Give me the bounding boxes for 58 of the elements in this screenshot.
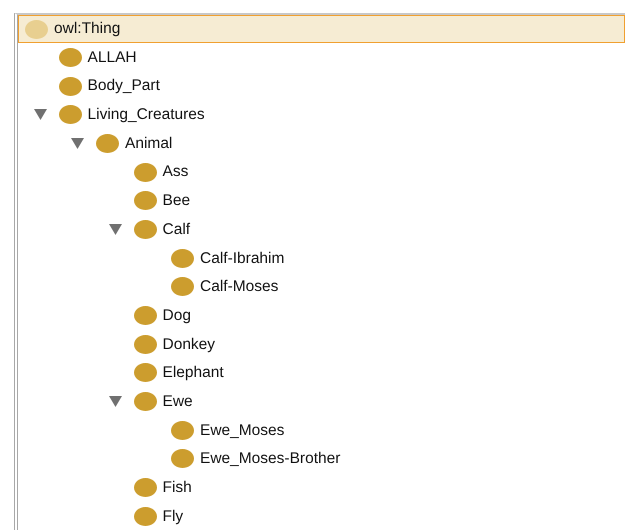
class-label: owl:Thing [54, 19, 120, 40]
tree-row[interactable]: Fish [18, 473, 625, 502]
class-label: Ewe [162, 392, 193, 412]
expanded-triangle-icon[interactable] [71, 138, 84, 149]
class-circle-icon [134, 363, 156, 382]
class-circle-icon [58, 48, 82, 67]
class-label: Calf-Ibrahim [200, 248, 284, 269]
expanded-triangle-icon[interactable] [34, 109, 46, 120]
class-circle-icon [25, 20, 48, 38]
tree-row[interactable]: Ass [18, 158, 625, 186]
expanded-triangle-icon[interactable] [108, 224, 122, 235]
class-label: Bee [162, 191, 190, 212]
class-circle-icon [134, 478, 156, 498]
tree-row[interactable]: Fly [18, 502, 625, 530]
class-circle-icon [171, 277, 194, 296]
class-label: Elephant [162, 363, 224, 384]
class-circle-icon [134, 392, 156, 412]
tree-row[interactable]: Donkey [18, 330, 625, 359]
class-label: Ewe_Moses-Brother [200, 449, 340, 470]
class-circle-icon [171, 248, 194, 268]
tree-row[interactable]: owl:Thing [18, 15, 625, 43]
class-label: Dog [162, 306, 191, 326]
expanded-triangle-icon[interactable] [108, 396, 122, 408]
tree-row[interactable]: Dog [18, 301, 625, 330]
tree-row[interactable]: Living_Creatures [18, 100, 625, 130]
class-label: Ass [162, 162, 188, 182]
class-label: Fish [162, 478, 192, 498]
class-label: Body_Part [88, 76, 160, 96]
tree-row[interactable]: Calf-Ibrahim [18, 244, 625, 272]
tree-row[interactable]: Ewe [18, 387, 625, 416]
class-circle-icon [58, 76, 82, 96]
class-circle-icon [171, 420, 194, 440]
class-label: Animal [125, 134, 172, 154]
tree-row[interactable]: Calf-Moses [18, 272, 625, 302]
tree-row[interactable]: Bee [18, 186, 625, 216]
class-circle-icon [58, 105, 82, 124]
class-label: Donkey [162, 334, 216, 355]
class-circle-icon [96, 134, 119, 153]
tree-row[interactable]: Ewe_Moses [18, 416, 625, 445]
class-label: Ewe_Moses [200, 420, 284, 441]
class-circle-icon [134, 506, 156, 526]
tree-row[interactable]: Elephant [18, 358, 625, 388]
class-label: Calf [162, 220, 190, 240]
class-circle-icon [171, 449, 194, 468]
class-label: Living_Creatures [88, 105, 205, 126]
class-circle-icon [134, 220, 156, 239]
tree-row[interactable]: Calf [18, 215, 625, 244]
tree-row[interactable]: Ewe_Moses-Brother [18, 444, 625, 474]
class-circle-icon [134, 306, 156, 326]
class-circle-icon [134, 334, 156, 354]
class-label: Calf-Moses [200, 277, 278, 298]
class-circle-icon [134, 191, 156, 210]
tree-row[interactable]: Animal [18, 129, 625, 158]
class-label: Fly [162, 506, 184, 527]
tree-row[interactable]: Body_Part [18, 72, 625, 100]
tree-row[interactable]: ALLAH [18, 43, 625, 72]
class-circle-icon [134, 162, 156, 182]
class-label: ALLAH [88, 48, 137, 68]
